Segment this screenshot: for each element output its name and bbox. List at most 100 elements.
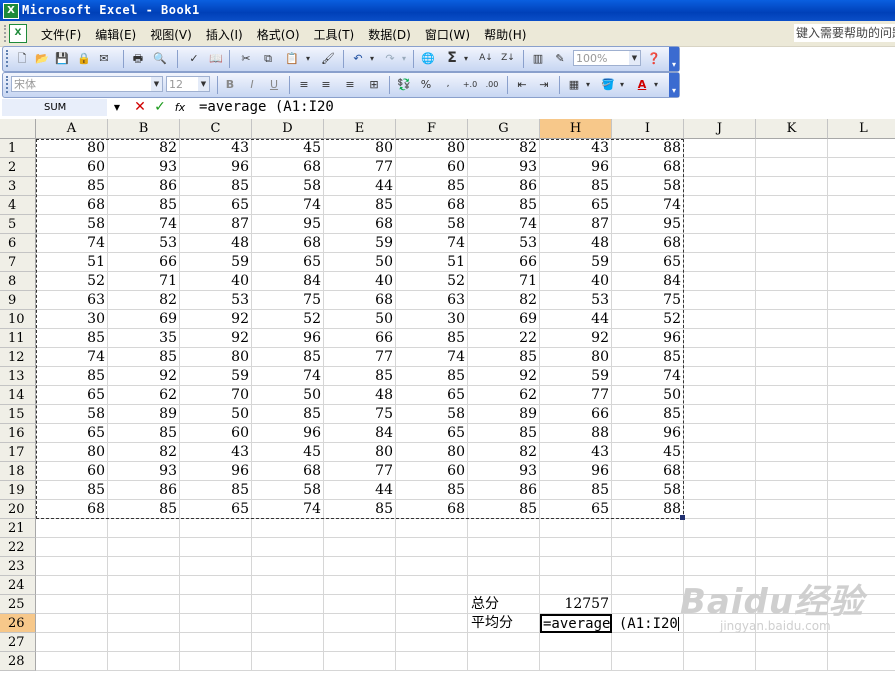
data-cell[interactable]: 59 [180, 253, 252, 272]
name-box-dropdown-icon[interactable]: ▼ [110, 99, 124, 116]
empty-cell[interactable] [252, 633, 324, 652]
data-cell[interactable]: 86 [468, 481, 540, 500]
italic-icon[interactable]: I [243, 76, 261, 93]
workbook-icon[interactable]: X [9, 24, 27, 43]
data-cell[interactable]: 75 [612, 291, 684, 310]
empty-cell[interactable] [180, 633, 252, 652]
empty-cell[interactable] [612, 595, 684, 614]
empty-cell[interactable] [828, 253, 895, 272]
chart-wizard-icon[interactable]: ▥ [529, 50, 547, 67]
data-cell[interactable]: 82 [468, 291, 540, 310]
print-icon[interactable]: 🖶 [129, 50, 147, 67]
data-cell[interactable]: 93 [468, 158, 540, 177]
data-cell[interactable]: 52 [396, 272, 468, 291]
data-cell[interactable]: 68 [252, 158, 324, 177]
toolbar-options-icon[interactable]: ▾ [669, 73, 679, 97]
cancel-icon[interactable]: ✕ [131, 99, 149, 116]
select-all-corner[interactable] [0, 119, 36, 139]
empty-cell[interactable] [756, 234, 828, 253]
empty-cell[interactable] [108, 652, 180, 671]
data-cell[interactable]: 82 [468, 139, 540, 158]
empty-cell[interactable] [396, 519, 468, 538]
empty-cell[interactable] [684, 234, 756, 253]
data-cell[interactable]: 45 [252, 443, 324, 462]
data-cell[interactable]: 58 [612, 177, 684, 196]
data-cell[interactable]: 74 [396, 234, 468, 253]
column-header-e[interactable]: E [324, 119, 396, 139]
data-cell[interactable]: 65 [36, 424, 108, 443]
empty-cell[interactable] [36, 614, 108, 633]
empty-cell[interactable] [828, 386, 895, 405]
data-cell[interactable]: 58 [252, 481, 324, 500]
empty-cell[interactable] [684, 405, 756, 424]
empty-cell[interactable] [684, 443, 756, 462]
row-header[interactable]: 15 [0, 405, 36, 424]
menu-item[interactable]: 帮助(H) [477, 26, 533, 43]
menu-item[interactable]: 插入(I) [199, 26, 250, 43]
empty-cell[interactable] [828, 405, 895, 424]
empty-cell[interactable] [828, 291, 895, 310]
row-header[interactable]: 16 [0, 424, 36, 443]
data-cell[interactable]: 43 [540, 139, 612, 158]
menu-item[interactable]: 格式(O) [250, 26, 307, 43]
data-cell[interactable]: 92 [180, 329, 252, 348]
data-cell[interactable]: 85 [540, 481, 612, 500]
copy-icon[interactable]: ⧉ [259, 50, 277, 67]
data-cell[interactable]: 68 [324, 291, 396, 310]
data-cell[interactable]: 96 [612, 424, 684, 443]
font-color-icon[interactable]: A [633, 76, 651, 93]
data-cell[interactable]: 74 [252, 500, 324, 519]
autosum-icon[interactable]: Σ [443, 50, 461, 67]
data-cell[interactable]: 58 [36, 215, 108, 234]
data-cell[interactable]: 65 [612, 253, 684, 272]
data-cell[interactable]: 62 [468, 386, 540, 405]
data-cell[interactable]: 66 [324, 329, 396, 348]
formula-input[interactable]: =average (A1:I20 [199, 99, 334, 116]
row-header[interactable]: 14 [0, 386, 36, 405]
empty-cell[interactable] [828, 310, 895, 329]
data-cell[interactable]: 80 [324, 139, 396, 158]
empty-cell[interactable] [684, 291, 756, 310]
row-header[interactable]: 4 [0, 196, 36, 215]
data-cell[interactable]: 30 [36, 310, 108, 329]
empty-cell[interactable] [108, 519, 180, 538]
empty-cell[interactable] [324, 633, 396, 652]
data-cell[interactable]: 88 [540, 424, 612, 443]
data-cell[interactable]: 70 [180, 386, 252, 405]
data-cell[interactable]: 77 [540, 386, 612, 405]
data-cell[interactable]: 43 [180, 443, 252, 462]
empty-cell[interactable] [324, 557, 396, 576]
research-icon[interactable]: 📖 [207, 50, 225, 67]
data-cell[interactable]: 66 [468, 253, 540, 272]
empty-cell[interactable] [756, 139, 828, 158]
data-cell[interactable]: 96 [612, 329, 684, 348]
align-left-icon[interactable]: ≡ [295, 76, 313, 93]
empty-cell[interactable] [108, 557, 180, 576]
data-cell[interactable]: 68 [396, 500, 468, 519]
undo-dropdown-icon[interactable]: ▾ [367, 50, 377, 67]
empty-cell[interactable] [828, 424, 895, 443]
data-cell[interactable]: 96 [180, 462, 252, 481]
average-label[interactable]: 平均分 [468, 614, 540, 633]
data-cell[interactable]: 69 [108, 310, 180, 329]
data-cell[interactable]: 74 [252, 196, 324, 215]
empty-cell[interactable] [540, 557, 612, 576]
data-cell[interactable]: 95 [252, 215, 324, 234]
increase-decimal-icon[interactable]: +.0 [461, 76, 479, 93]
data-cell[interactable]: 87 [540, 215, 612, 234]
empty-cell[interactable] [108, 633, 180, 652]
column-header-h[interactable]: H [540, 119, 612, 139]
data-cell[interactable]: 40 [540, 272, 612, 291]
data-cell[interactable]: 85 [324, 367, 396, 386]
empty-cell[interactable] [612, 576, 684, 595]
data-cell[interactable]: 92 [108, 367, 180, 386]
empty-cell[interactable] [684, 158, 756, 177]
data-cell[interactable]: 62 [108, 386, 180, 405]
empty-cell[interactable] [468, 538, 540, 557]
row-header[interactable]: 18 [0, 462, 36, 481]
font-name-select[interactable]: 宋体 ▼ [11, 76, 163, 92]
row-header[interactable]: 26 [0, 614, 36, 633]
empty-cell[interactable] [468, 519, 540, 538]
align-right-icon[interactable]: ≡ [341, 76, 359, 93]
empty-cell[interactable] [36, 633, 108, 652]
